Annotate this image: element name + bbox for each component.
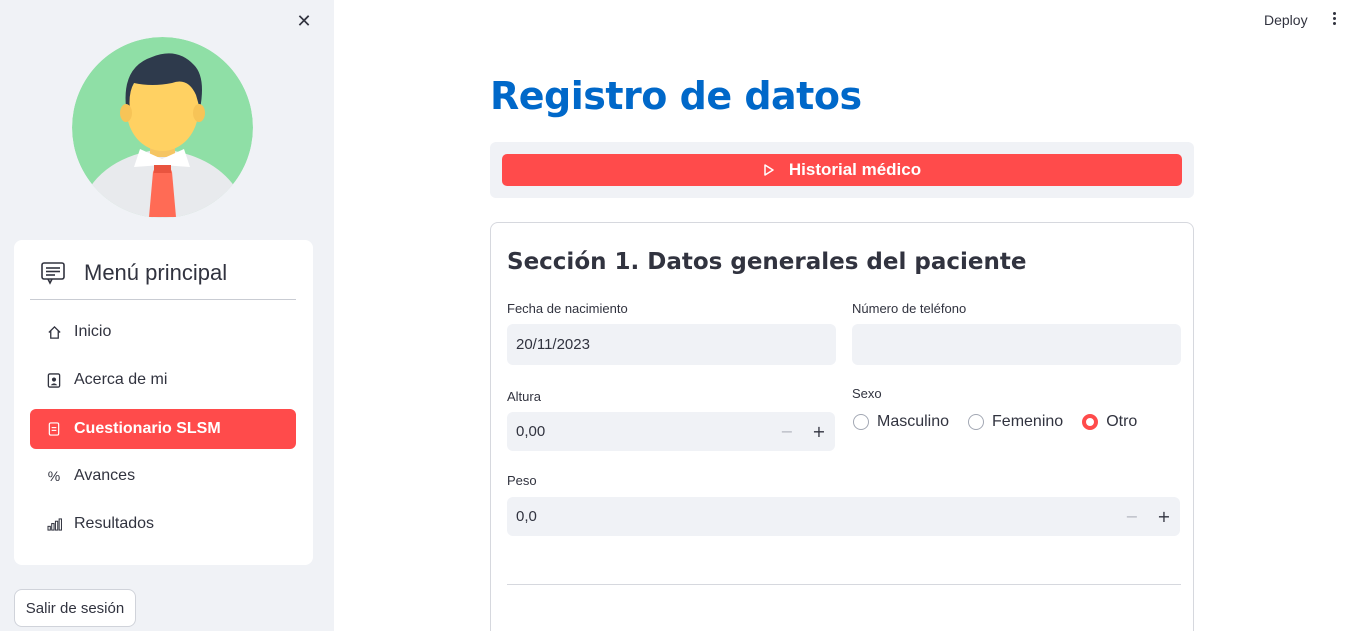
birthdate-label: Fecha de nacimiento [507, 301, 628, 316]
sex-label: Sexo [852, 386, 882, 401]
radio-label: Femenino [992, 413, 1064, 430]
historial-medico-label: Historial médico [788, 160, 922, 179]
card-text-icon [41, 261, 65, 285]
weight-decrement-button[interactable]: − [1116, 497, 1148, 536]
section-title: Sección 1. Datos generales del paciente [507, 249, 1027, 275]
sidebar-item-label: Avances [74, 467, 136, 484]
main-menu: Menú principal Inicio Acerca de mi Cuest… [14, 240, 313, 565]
height-value[interactable]: 0,00 [507, 423, 771, 440]
sex-option-masculino[interactable]: Masculino [853, 413, 949, 431]
play-icon [764, 164, 774, 176]
weight-value[interactable]: 0,0 [507, 508, 1116, 525]
sidebar-item-resultados[interactable]: Resultados [30, 504, 296, 544]
sidebar-item-inicio[interactable]: Inicio [30, 312, 296, 352]
weight-label: Peso [507, 473, 537, 488]
divider [507, 584, 1181, 585]
close-sidebar-icon[interactable]: ✕ [294, 12, 314, 32]
sidebar-item-label: Resultados [74, 515, 155, 532]
radio-label: Otro [1106, 413, 1138, 430]
radio-unchecked-icon [968, 414, 985, 430]
clipboard-icon [46, 421, 62, 437]
sidebar: ✕ Menú principal Inicio Acerca de mi Cue… [0, 0, 334, 631]
phone-label: Número de teléfono [852, 301, 967, 316]
height-stepper: 0,00 − + [507, 412, 835, 451]
page-title: Registro de datos [490, 74, 862, 118]
radio-checked-icon [1082, 414, 1099, 430]
weight-stepper: 0,0 − + [507, 497, 1180, 536]
expander: Historial médico [490, 142, 1194, 198]
height-label: Altura [507, 389, 541, 404]
bar-chart-icon [46, 516, 62, 532]
phone-input[interactable] [852, 324, 1181, 365]
height-increment-button[interactable]: + [803, 412, 835, 451]
sex-option-otro[interactable]: Otro [1082, 413, 1137, 431]
person-badge-icon [46, 372, 62, 388]
sidebar-item-cuestionario[interactable]: Cuestionario SLSM [30, 409, 296, 449]
weight-increment-button[interactable]: + [1148, 497, 1180, 536]
sex-option-femenino[interactable]: Femenino [968, 413, 1063, 431]
sidebar-item-acerca[interactable]: Acerca de mi [30, 360, 296, 400]
avatar [72, 37, 253, 218]
main-menu-icon[interactable] [1324, 10, 1344, 30]
house-icon [46, 324, 62, 340]
menu-header: Menú principal [30, 254, 296, 300]
sidebar-item-label: Cuestionario SLSM [74, 420, 221, 437]
historial-medico-button[interactable]: Historial médico [502, 154, 1182, 186]
menu-title: Menú principal [84, 259, 228, 285]
deploy-button[interactable]: Deploy [1256, 10, 1316, 30]
sidebar-item-label: Inicio [74, 323, 112, 340]
percent-icon: % [47, 468, 61, 484]
radio-label: Masculino [877, 413, 950, 430]
height-decrement-button[interactable]: − [771, 412, 803, 451]
logout-button[interactable]: Salir de sesión [14, 589, 136, 627]
sidebar-item-avances[interactable]: % Avances [30, 456, 296, 496]
sex-radio-group: Masculino Femenino Otro [853, 413, 1156, 431]
birthdate-input[interactable] [507, 324, 836, 365]
sidebar-item-label: Acerca de mi [74, 371, 168, 388]
patient-form: Sección 1. Datos generales del paciente … [490, 222, 1194, 631]
radio-unchecked-icon [853, 414, 869, 430]
